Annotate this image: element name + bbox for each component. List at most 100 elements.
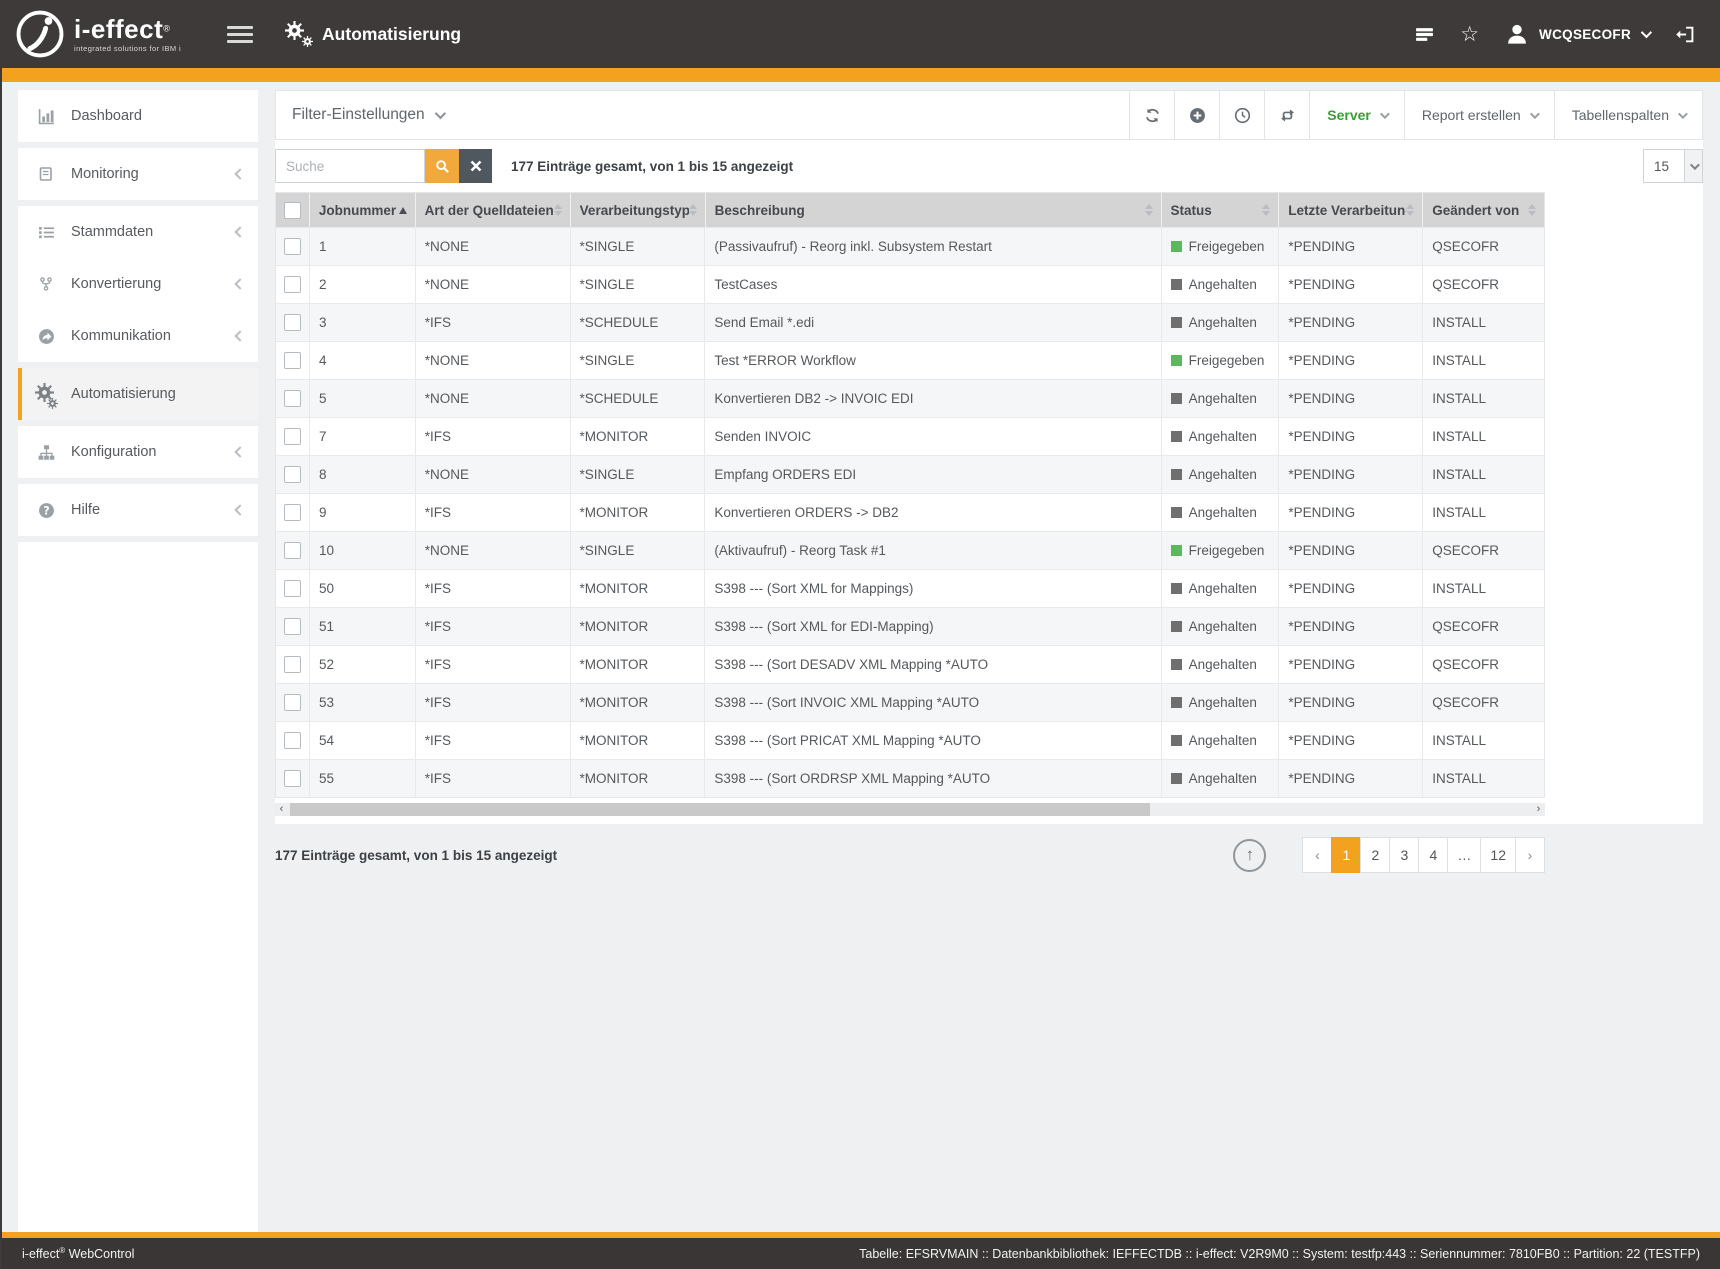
menu-icon[interactable] (227, 22, 253, 47)
status-indicator (1171, 621, 1182, 632)
row-checkbox[interactable] (284, 656, 301, 673)
row-checkbox[interactable] (284, 694, 301, 711)
table-row[interactable]: 9*IFS*MONITORKonvertieren ORDERS -> DB2A… (276, 493, 1544, 531)
cell-geaendert: INSTALL (1423, 570, 1544, 607)
servers-icon[interactable] (1415, 27, 1434, 42)
table-row[interactable]: 4*NONE*SINGLETest *ERROR WorkflowFreigeg… (276, 341, 1544, 379)
page-prev-button[interactable]: ‹ (1302, 837, 1332, 873)
refresh-button[interactable] (1129, 91, 1174, 139)
row-checkbox[interactable] (284, 770, 301, 787)
row-checkbox[interactable] (284, 466, 301, 483)
cell-quelle: *IFS (416, 608, 571, 645)
cell-status: Angehalten (1162, 494, 1280, 531)
table-row[interactable]: 52*IFS*MONITORS398 --- (Sort DESADV XML … (276, 645, 1544, 683)
table-row[interactable]: 3*IFS*SCHEDULESend Email *.ediAngehalten… (276, 303, 1544, 341)
cell-job: 53 (310, 684, 416, 721)
table-row[interactable]: 53*IFS*MONITORS398 --- (Sort INVOIC XML … (276, 683, 1544, 721)
column-header-letzte[interactable]: Letzte Verarbeitung (1279, 193, 1423, 227)
row-checkbox[interactable] (284, 276, 301, 293)
sidebar-item-kommunikation[interactable]: Kommunikation (18, 310, 258, 362)
filter-settings-dropdown[interactable]: Filter-Einstellungen (276, 91, 443, 139)
svg-text:?: ? (43, 504, 49, 517)
row-checkbox[interactable] (284, 618, 301, 635)
row-checkbox-cell (276, 684, 310, 721)
row-checkbox-cell (276, 266, 310, 303)
system-status-text: Tabelle: EFSRVMAIN :: Datenbankbibliothe… (859, 1247, 1720, 1261)
scroll-right-icon[interactable]: › (1532, 803, 1545, 816)
table-row[interactable]: 55*IFS*MONITORS398 --- (Sort ORDRSP XML … (276, 759, 1544, 797)
page-button-12[interactable]: 12 (1480, 837, 1516, 873)
column-header-status[interactable]: Status (1162, 193, 1280, 227)
sidebar-item-konvertierung[interactable]: Konvertierung (18, 258, 258, 310)
star-icon[interactable]: ☆ (1460, 24, 1479, 45)
cell-quelle: *IFS (416, 304, 571, 341)
table-row[interactable]: 54*IFS*MONITORS398 --- (Sort PRICAT XML … (276, 721, 1544, 759)
page-button-2[interactable]: 2 (1360, 837, 1390, 873)
row-checkbox[interactable] (284, 314, 301, 331)
row-checkbox[interactable] (284, 732, 301, 749)
table-row[interactable]: 8*NONE*SINGLEEmpfang ORDERS EDIAngehalte… (276, 455, 1544, 493)
scroll-to-top-button[interactable]: ↑ (1233, 839, 1266, 872)
page-size-select[interactable]: 15 (1643, 149, 1703, 183)
sidebar-item-hilfe[interactable]: ?Hilfe (18, 484, 258, 536)
search-row: 177 Einträge gesamt, von 1 bis 15 angeze… (275, 149, 1703, 183)
clear-search-button[interactable] (459, 149, 492, 183)
column-header-typ[interactable]: Verarbeitungstyp (571, 193, 706, 227)
row-checkbox[interactable] (284, 580, 301, 597)
brand-logo[interactable]: i-effect® integrated solutions for IBM i (0, 8, 181, 60)
chevron-left-icon (234, 168, 245, 179)
user-icon (1505, 22, 1529, 46)
scroll-left-icon[interactable]: ‹ (275, 803, 288, 816)
logout-icon[interactable] (1675, 26, 1694, 43)
table-row[interactable]: 50*IFS*MONITORS398 --- (Sort XML for Map… (276, 569, 1544, 607)
report-erstellen-dropdown[interactable]: Report erstellen (1404, 91, 1554, 139)
table-row[interactable]: 7*IFS*MONITORSenden INVOICAngehalten*PEN… (276, 417, 1544, 455)
table-row[interactable]: 2*NONE*SINGLETestCasesAngehalten*PENDING… (276, 265, 1544, 303)
row-checkbox[interactable] (284, 238, 301, 255)
row-checkbox[interactable] (284, 390, 301, 407)
horizontal-scrollbar[interactable]: ‹ › (275, 803, 1545, 816)
column-header-job[interactable]: Jobnummer (310, 193, 416, 227)
column-header-beschr[interactable]: Beschreibung (706, 193, 1162, 227)
status-indicator (1171, 545, 1182, 556)
table-row[interactable]: 5*NONE*SCHEDULEKonvertieren DB2 -> INVOI… (276, 379, 1544, 417)
row-checkbox-cell (276, 418, 310, 455)
sidebar-item-monitoring[interactable]: Monitoring (18, 148, 258, 200)
cell-geaendert: QSECOFR (1423, 228, 1544, 265)
row-checkbox-cell (276, 304, 310, 341)
table-row[interactable]: 1*NONE*SINGLE(Passivaufruf) - Reorg inkl… (276, 227, 1544, 265)
row-checkbox[interactable] (284, 542, 301, 559)
sidebar-item-stammdaten[interactable]: Stammdaten (18, 206, 258, 258)
table-row[interactable]: 10*NONE*SINGLE(Aktivaufruf) - Reorg Task… (276, 531, 1544, 569)
plus-circle-button[interactable] (1174, 91, 1219, 139)
page-button-4[interactable]: 4 (1418, 837, 1448, 873)
clock-icon (1234, 107, 1251, 124)
server-dropdown[interactable]: Server (1309, 91, 1404, 139)
cell-typ: *MONITOR (571, 418, 706, 455)
row-checkbox[interactable] (284, 504, 301, 521)
sidebar-item-automatisierung[interactable]: Automatisierung (18, 368, 258, 420)
page-ellipsis[interactable]: … (1447, 837, 1481, 873)
column-header-geaendert[interactable]: Geändert von (1423, 193, 1544, 227)
page-button-3[interactable]: 3 (1389, 837, 1419, 873)
user-menu[interactable]: WCQSECOFR (1505, 22, 1649, 46)
column-header-quelle[interactable]: Art der Quelldateien (416, 193, 571, 227)
row-checkbox[interactable] (284, 428, 301, 445)
repeat-button[interactable] (1264, 91, 1309, 139)
page-next-button[interactable]: › (1515, 837, 1545, 873)
cell-letzte: *PENDING (1279, 494, 1423, 531)
search-button[interactable] (425, 149, 459, 183)
sidebar-item-konfiguration[interactable]: Konfiguration (18, 426, 258, 478)
chevron-down-icon (1530, 109, 1540, 119)
page-button-1[interactable]: 1 (1331, 837, 1361, 873)
cell-job: 2 (310, 266, 416, 303)
sidebar-item-dashboard[interactable]: Dashboard (18, 90, 258, 142)
search-input[interactable] (275, 149, 425, 183)
table-row[interactable]: 51*IFS*MONITORS398 --- (Sort XML for EDI… (276, 607, 1544, 645)
row-checkbox[interactable] (284, 352, 301, 369)
clock-button[interactable] (1219, 91, 1264, 139)
scrollbar-thumb[interactable] (290, 803, 1150, 816)
select-all-checkbox[interactable] (284, 202, 301, 219)
status-indicator (1171, 773, 1182, 784)
tabellenspalten-dropdown[interactable]: Tabellenspalten (1554, 91, 1702, 139)
